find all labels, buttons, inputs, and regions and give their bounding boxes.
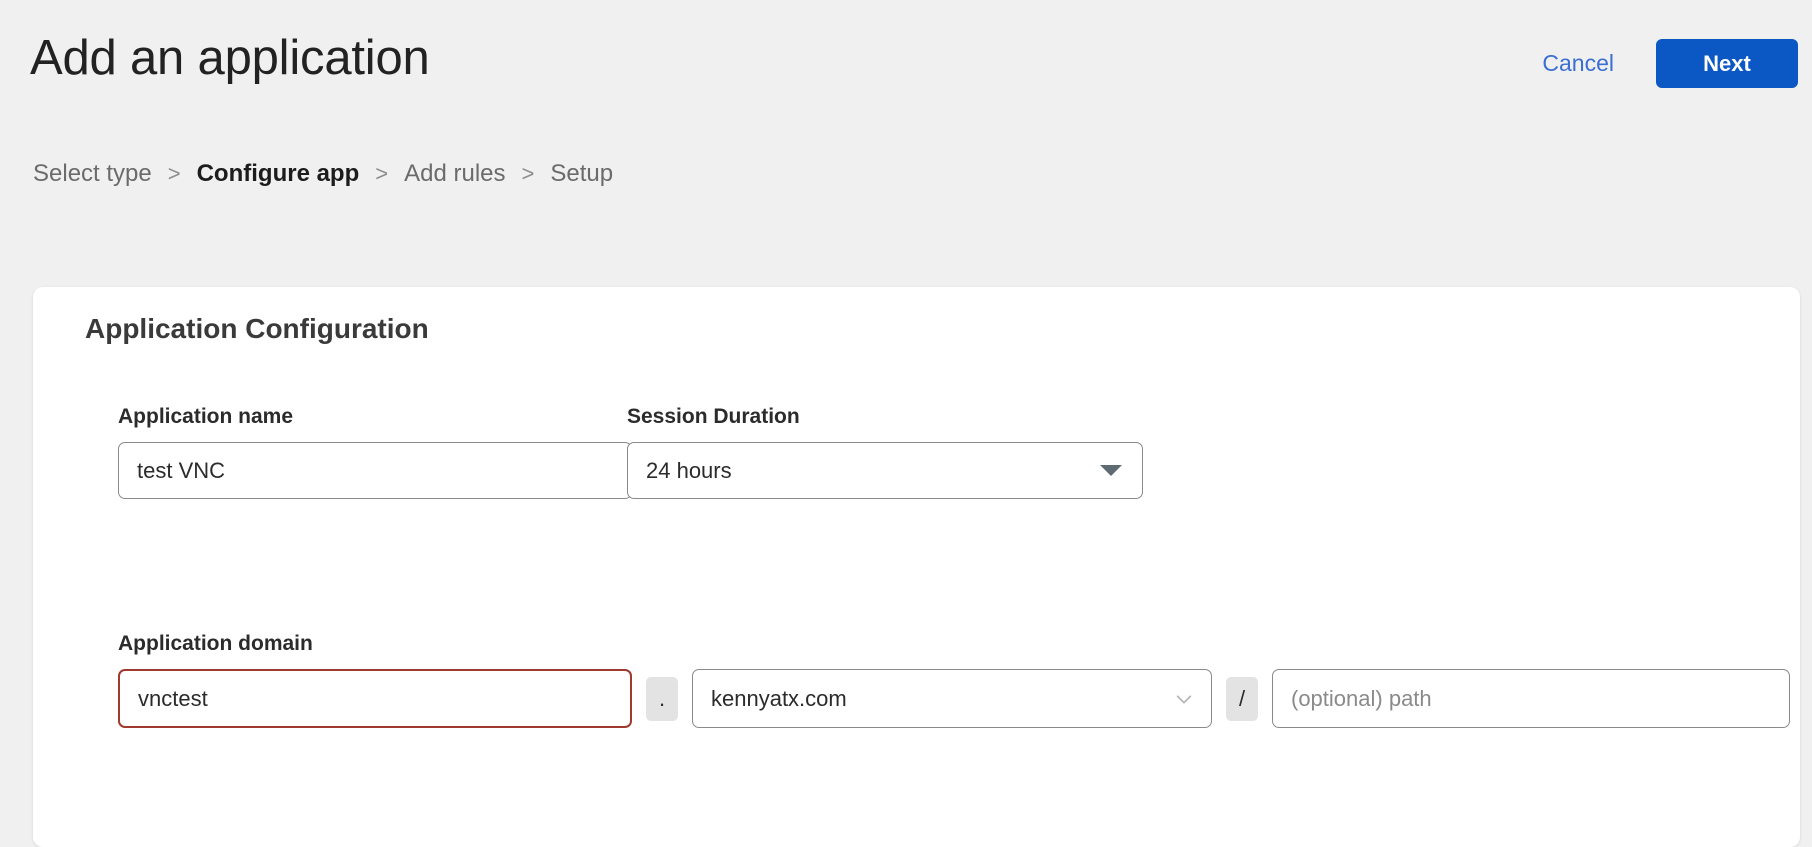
application-domain-inputs: . kennyatx.com /: [118, 669, 1790, 728]
chevron-down-icon: [1173, 688, 1195, 710]
application-configuration-card: Application Configuration Application na…: [33, 287, 1800, 847]
session-duration-select[interactable]: 24 hours: [627, 442, 1143, 499]
slash-separator: /: [1226, 677, 1258, 721]
breadcrumb-step-setup[interactable]: Setup: [550, 160, 613, 188]
application-domain-host-input[interactable]: [118, 669, 632, 728]
page-title: Add an application: [30, 30, 430, 86]
header-actions: Cancel Next: [1528, 39, 1798, 88]
cancel-button[interactable]: Cancel: [1528, 42, 1628, 85]
breadcrumb-step-configure-app[interactable]: Configure app: [197, 160, 360, 188]
breadcrumb-separator: >: [375, 161, 388, 187]
application-name-input[interactable]: [118, 442, 632, 499]
session-duration-label: Session Duration: [627, 405, 800, 429]
breadcrumb-step-add-rules[interactable]: Add rules: [404, 160, 505, 188]
breadcrumb-separator: >: [168, 161, 181, 187]
session-duration-value: 24 hours: [646, 458, 1100, 484]
page-header: Add an application Cancel Next: [0, 0, 1812, 140]
application-domain-path-input[interactable]: [1272, 669, 1790, 728]
breadcrumb-separator: >: [522, 161, 535, 187]
application-domain-select[interactable]: kennyatx.com: [692, 669, 1212, 728]
application-domain-label: Application domain: [118, 632, 313, 656]
breadcrumb-step-select-type[interactable]: Select type: [33, 160, 152, 188]
next-button[interactable]: Next: [1656, 39, 1798, 88]
application-domain-select-value: kennyatx.com: [711, 686, 1173, 712]
caret-down-solid-icon: [1100, 465, 1122, 476]
dot-separator: .: [646, 677, 678, 721]
card-title: Application Configuration: [85, 313, 429, 345]
application-name-label: Application name: [118, 405, 293, 429]
breadcrumb: Select type > Configure app > Add rules …: [33, 160, 613, 188]
